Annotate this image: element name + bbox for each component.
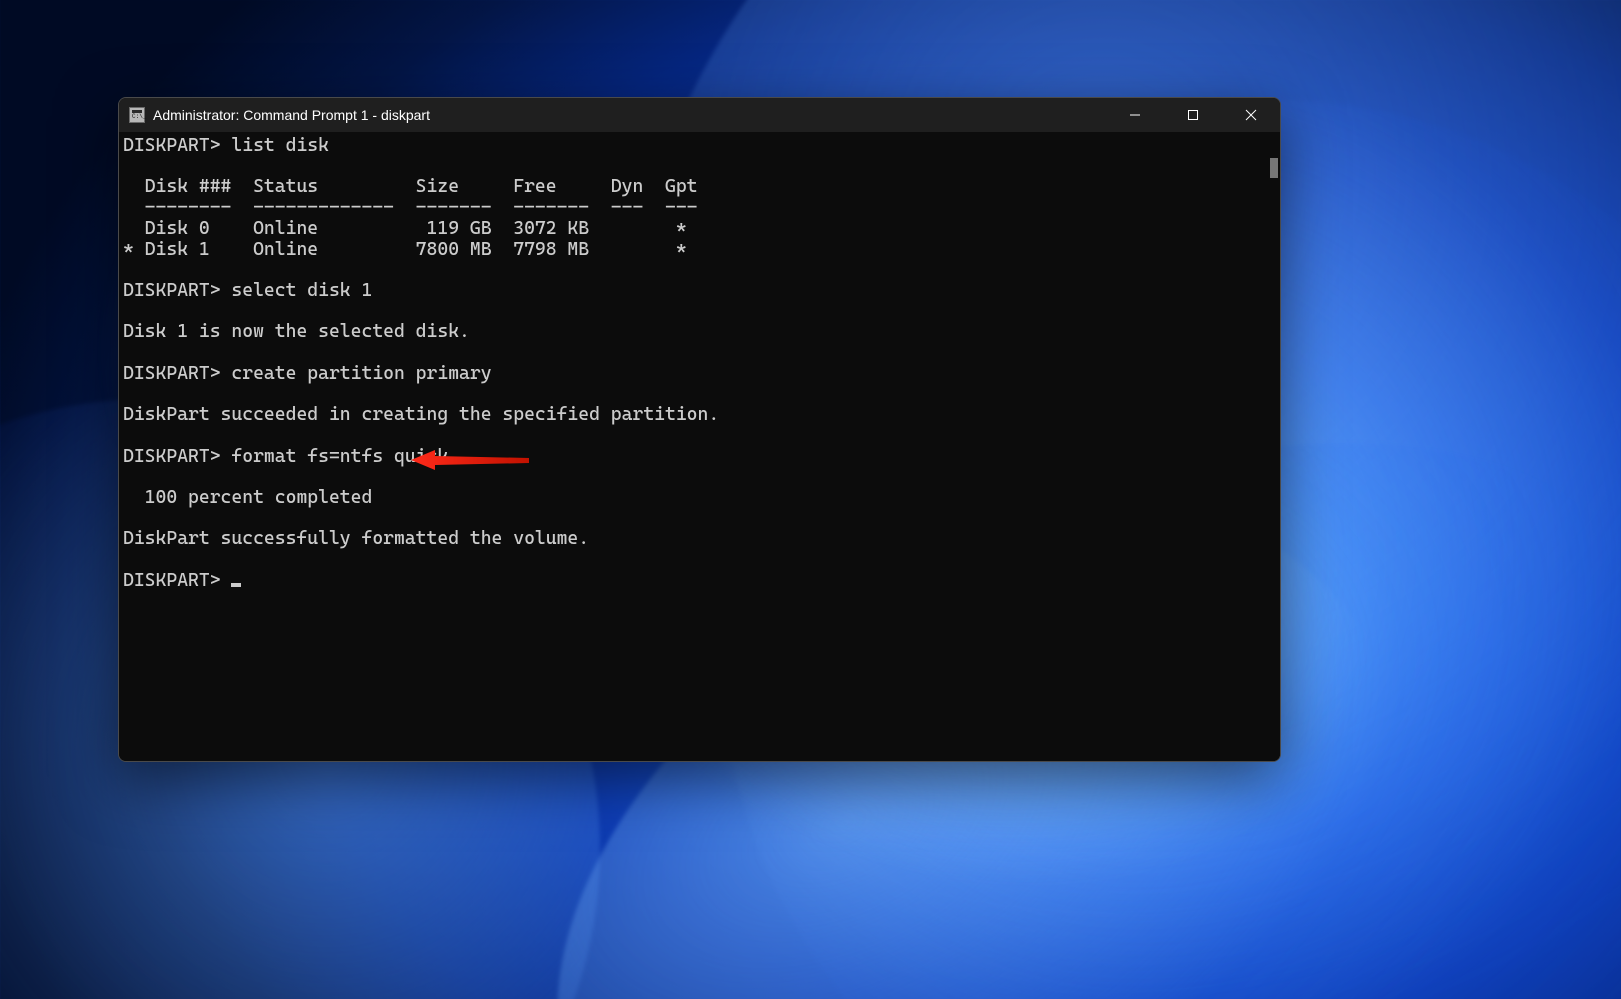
window-title: Administrator: Command Prompt 1 - diskpa… <box>153 107 1106 123</box>
scrollbar-thumb[interactable] <box>1270 158 1278 178</box>
minimize-button[interactable] <box>1106 98 1164 132</box>
maximize-icon <box>1187 109 1199 121</box>
cmd-icon <box>129 107 145 123</box>
text-cursor <box>231 583 241 587</box>
minimize-icon <box>1129 109 1141 121</box>
terminal-body[interactable]: DISKPART> list disk Disk ### Status Size… <box>119 132 1280 761</box>
maximize-button[interactable] <box>1164 98 1222 132</box>
window-controls <box>1106 98 1280 132</box>
close-icon <box>1245 109 1257 121</box>
close-button[interactable] <box>1222 98 1280 132</box>
terminal-output: DISKPART> list disk Disk ### Status Size… <box>119 132 1266 761</box>
scrollbar-track[interactable] <box>1266 132 1280 761</box>
command-prompt-window: Administrator: Command Prompt 1 - diskpa… <box>118 97 1281 762</box>
titlebar[interactable]: Administrator: Command Prompt 1 - diskpa… <box>119 98 1280 132</box>
